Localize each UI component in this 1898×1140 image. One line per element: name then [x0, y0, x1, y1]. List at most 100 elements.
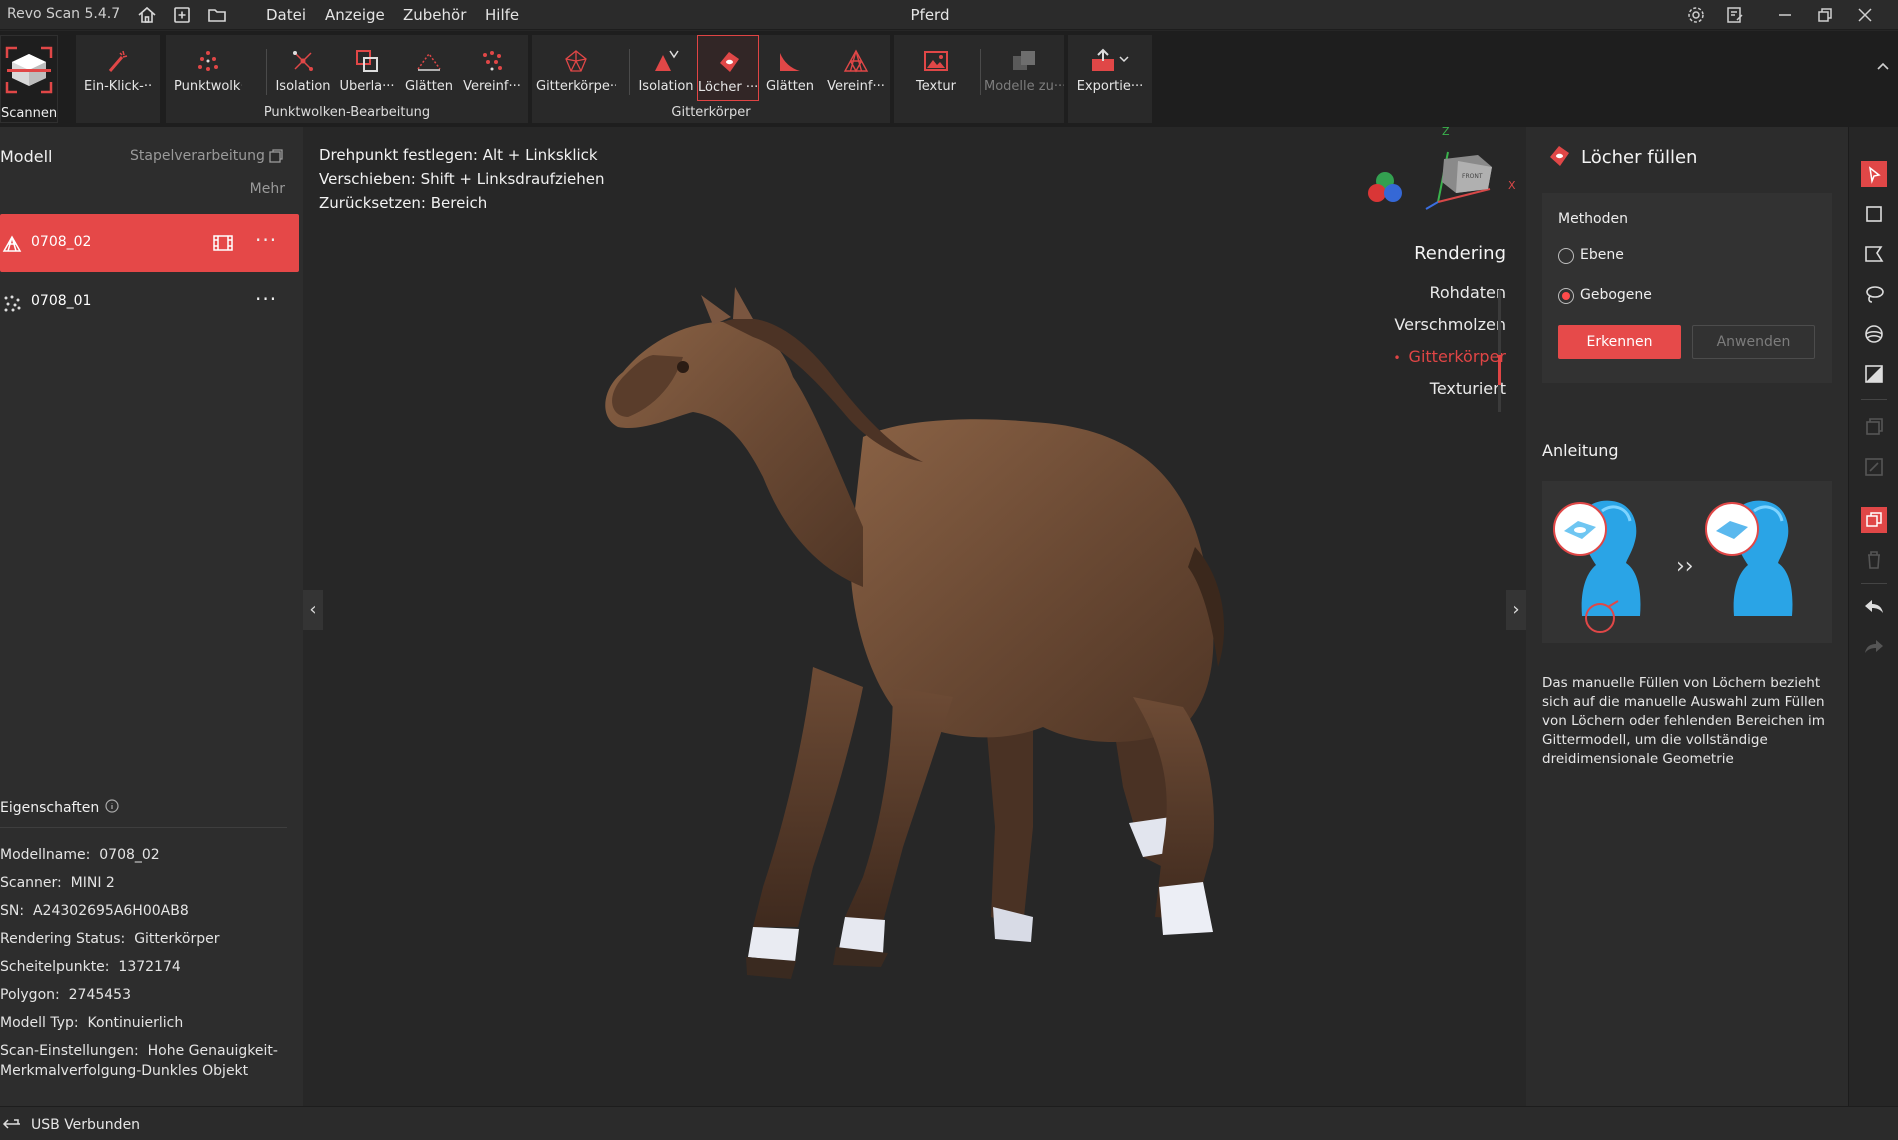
- model-name: 0708_01: [31, 293, 92, 309]
- mesh-smooth-button[interactable]: Glätten: [759, 35, 821, 101]
- rect-select-icon[interactable]: [1861, 201, 1887, 227]
- apply-button[interactable]: Anwenden: [1692, 325, 1815, 359]
- navigation-cube[interactable]: Z X FRONT: [1418, 127, 1518, 217]
- prop-value: Kontinuierlich: [87, 1015, 184, 1031]
- undo-icon[interactable]: [1861, 594, 1887, 620]
- pc-smooth-button[interactable]: Glätten: [395, 35, 463, 101]
- prop-value: MINI 2: [70, 875, 115, 891]
- fill-holes-panel-icon: [1546, 143, 1572, 169]
- model-panel-title: Modell: [0, 147, 53, 166]
- prop-value: 1372174: [118, 959, 181, 975]
- prop-key: SN:: [0, 903, 25, 919]
- mesh-smooth-icon: [776, 47, 804, 75]
- batch-processing-link[interactable]: Stapelverarbeitung: [130, 148, 265, 164]
- duplicate-icon[interactable]: [1861, 507, 1887, 533]
- mesh-group-label: Gitterkörper: [671, 105, 751, 120]
- app-window: Revo Scan 5.4.7 Datei Anzeige Zubehör Hi…: [0, 0, 1898, 1140]
- rendering-textured[interactable]: Texturiert: [1393, 379, 1506, 411]
- model-item-0708-02[interactable]: 0708_02 ···: [0, 214, 299, 272]
- radio-plane-label[interactable]: Ebene: [1580, 247, 1624, 263]
- pointcloud-fuse-button[interactable]: Punktwolk···: [174, 35, 242, 101]
- guide-illustration: ››: [1542, 481, 1832, 643]
- methods-box: Methoden Ebene Gebogene Erkennen Anwende…: [1542, 193, 1832, 383]
- pc-isolation-label: Isolation: [275, 79, 331, 94]
- prop-key: Rendering Status:: [0, 931, 126, 947]
- polygon-select-icon[interactable]: [1861, 241, 1887, 267]
- main-toolbar: Scannen Ein-Klick-··· Punktwolk··· Isola…: [0, 31, 1898, 127]
- lasso-select-icon[interactable]: [1861, 281, 1887, 307]
- prop-value: Gitterkörper: [134, 931, 220, 947]
- gizmo-axis-z: Z: [1442, 127, 1450, 138]
- guide-description: Das manuelle Füllen von Löchern bezieht …: [1542, 675, 1825, 772]
- collapse-left-panel-chevron-icon[interactable]: ‹: [303, 590, 323, 630]
- guide-title: Anleitung: [1542, 441, 1619, 460]
- prop-vertices: Scheitelpunkte: 1372174: [0, 957, 181, 977]
- rendering-raw[interactable]: Rohdaten: [1393, 283, 1506, 315]
- close-icon[interactable]: [1853, 3, 1877, 27]
- rendering-fused[interactable]: Verschmolzen: [1393, 315, 1506, 347]
- prop-key: Modell Typ:: [0, 1015, 79, 1031]
- fill-holes-label: Löcher ···: [698, 80, 758, 95]
- rendering-mesh-label: Gitterkörper: [1408, 347, 1506, 366]
- lighting-rgb-icon[interactable]: [1365, 170, 1405, 206]
- fill-holes-panel: Löcher füllen Methoden Ebene Gebogene Er…: [1526, 127, 1848, 1106]
- panel-title: Löcher füllen: [1581, 147, 1698, 168]
- info-icon[interactable]: [105, 799, 119, 813]
- prop-sn: SN: A24302695A6H00AB8: [0, 901, 189, 921]
- feedback-icon[interactable]: [1723, 3, 1747, 27]
- prop-key: Scan-Einstellungen:: [0, 1043, 139, 1059]
- edit-disabled-icon: [1861, 454, 1887, 480]
- more-link[interactable]: Mehr: [250, 181, 285, 197]
- title-bar: Revo Scan 5.4.7 Datei Anzeige Zubehör Hi…: [0, 0, 1898, 30]
- collapse-right-panel-chevron-icon[interactable]: ›: [1506, 590, 1526, 630]
- mesh-build-button[interactable]: Gitterkörpe···: [536, 35, 616, 101]
- svg-text:››: ››: [1676, 554, 1694, 579]
- model-menu-dots[interactable]: ···: [255, 228, 277, 252]
- invert-select-icon[interactable]: [1861, 361, 1887, 387]
- 3d-viewport[interactable]: Drehpunkt festlegen: Alt + Linksklick Ve…: [303, 127, 1526, 1106]
- radio-curved[interactable]: [1558, 288, 1574, 304]
- radio-curved-label[interactable]: Gebogene: [1580, 287, 1652, 303]
- export-label: Exportie···: [1076, 79, 1144, 94]
- settings-gear-icon[interactable]: [1684, 3, 1708, 27]
- scan-button[interactable]: Scannen: [0, 35, 58, 123]
- collapse-toolbar-chevron-up-icon[interactable]: [1874, 59, 1892, 73]
- pc-isolation-button[interactable]: Isolation: [269, 35, 337, 101]
- mesh-simplify-button[interactable]: Vereinf···: [822, 35, 890, 101]
- surface-select-icon[interactable]: [1861, 321, 1887, 347]
- select-pointer-icon[interactable]: [1861, 161, 1887, 187]
- radio-plane[interactable]: [1558, 248, 1574, 264]
- model-item-0708-01[interactable]: 0708_01 ···: [0, 273, 299, 331]
- texture-group: Textur Modelle zu···: [894, 35, 1064, 123]
- detect-button[interactable]: Erkennen: [1558, 325, 1681, 359]
- fill-holes-button[interactable]: Löcher ···: [697, 35, 759, 101]
- guide-bust-illustration: ››: [1553, 500, 1793, 633]
- hint-value: Shift + Linksdraufziehen: [420, 170, 605, 188]
- minimize-icon[interactable]: [1773, 3, 1797, 27]
- export-button[interactable]: Exportie···: [1072, 35, 1148, 101]
- horse-3d-model[interactable]: [563, 227, 1283, 1007]
- texture-button[interactable]: Textur: [902, 35, 970, 101]
- mesh-isolation-button[interactable]: Isolation: [632, 35, 700, 101]
- oneclick-edit-button[interactable]: Ein-Klick-···: [84, 35, 152, 101]
- redo-disabled-icon: [1861, 634, 1887, 660]
- rendering-track-active: [1498, 355, 1501, 385]
- hint-value: Alt + Linksklick: [482, 146, 598, 164]
- pc-simplify-button[interactable]: Vereinf···: [458, 35, 526, 101]
- export-icon: [1090, 47, 1129, 75]
- merge-models-button[interactable]: Modelle zu···: [984, 35, 1064, 101]
- mesh-smooth-label: Glätten: [765, 79, 815, 94]
- model-menu-dots[interactable]: ···: [255, 287, 277, 311]
- merge-models-label: Modelle zu···: [984, 79, 1064, 94]
- prop-value: 2745453: [68, 987, 131, 1003]
- pc-overlap-label: Überla···: [339, 79, 395, 94]
- properties-title: Eigenschaften: [0, 800, 100, 816]
- film-icon[interactable]: [212, 233, 234, 253]
- batch-icon[interactable]: [268, 148, 284, 164]
- pc-overlap-button[interactable]: Überla···: [333, 35, 401, 101]
- prop-model-name: Modellname: 0708_02: [0, 845, 160, 865]
- restore-icon[interactable]: [1813, 3, 1837, 27]
- status-text: USB Verbunden: [31, 1117, 141, 1133]
- rendering-mesh[interactable]: • Gitterkörper: [1393, 347, 1506, 379]
- prop-value: A24302695A6H00AB8: [32, 903, 189, 919]
